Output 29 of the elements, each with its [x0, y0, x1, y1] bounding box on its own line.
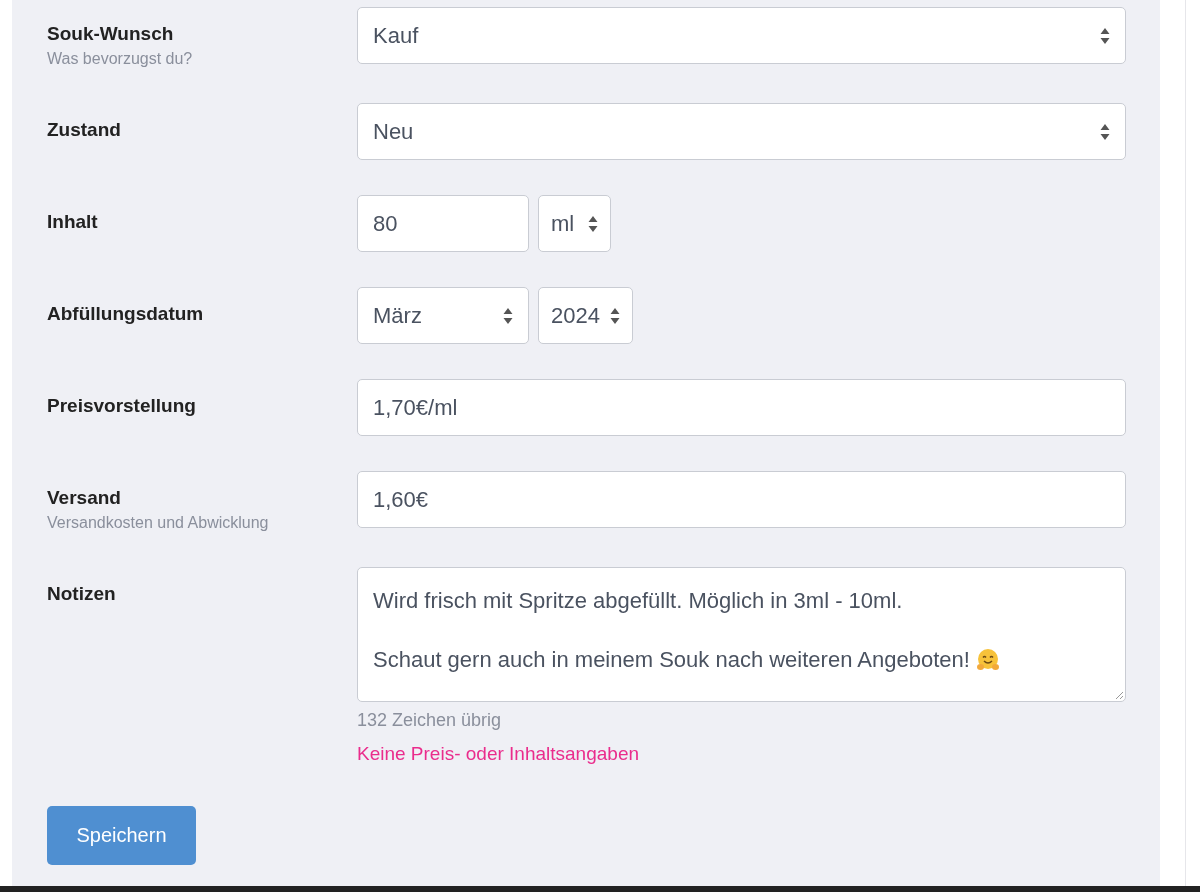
resize-grip-icon[interactable] — [1115, 691, 1123, 699]
up-down-arrows-icon — [1100, 27, 1110, 44]
field-label: Notizen — [47, 583, 117, 605]
up-down-arrows-icon — [609, 307, 620, 324]
select-field[interactable]: 2024 — [538, 287, 633, 344]
field-hint: Versandkosten und Abwicklung — [47, 514, 270, 532]
up-down-arrows-icon — [588, 215, 598, 232]
warning-text: Keine Preis- oder Inhaltsangaben — [357, 743, 641, 765]
field-label: Versand — [47, 487, 122, 509]
up-down-arrows-icon — [1100, 123, 1110, 140]
character-counter: 132 Zeichen übrig — [357, 710, 503, 731]
input-field[interactable]: 80 — [357, 195, 529, 252]
input-field[interactable]: 1,70€/ml — [357, 379, 1126, 436]
notes-text: Wird frisch mit Spritze abgefüllt. Möglich in 3ml - 10ml. — [373, 588, 903, 614]
field-label: Abfüllungsdatum — [47, 303, 205, 325]
select-field[interactable]: Neu — [357, 103, 1126, 160]
notes-field[interactable]: Wird frisch mit Spritze abgefüllt. Möglich in 3ml - 10ml. Schaut gern auch in meinem Souk nach weiteren Angeboten! — [357, 567, 1126, 702]
hugging-smiley-icon — [975, 648, 1000, 672]
select-field[interactable]: ml — [538, 195, 611, 252]
up-down-arrows-icon — [503, 307, 513, 324]
field-label: Souk-Wunsch — [47, 23, 175, 45]
select-field[interactable]: Kauf — [357, 7, 1126, 64]
notes-text: Schaut gern auch in meinem Souk nach weiteren Angeboten! — [373, 647, 970, 673]
select-field[interactable]: März — [357, 287, 529, 344]
input-field[interactable]: 1,60€ — [357, 471, 1126, 528]
field-label: Inhalt — [47, 211, 99, 233]
field-hint: Was bevorzugst du? — [47, 50, 194, 68]
field-label: Zustand — [47, 119, 122, 141]
field-label: Preisvorstellung — [47, 395, 197, 417]
